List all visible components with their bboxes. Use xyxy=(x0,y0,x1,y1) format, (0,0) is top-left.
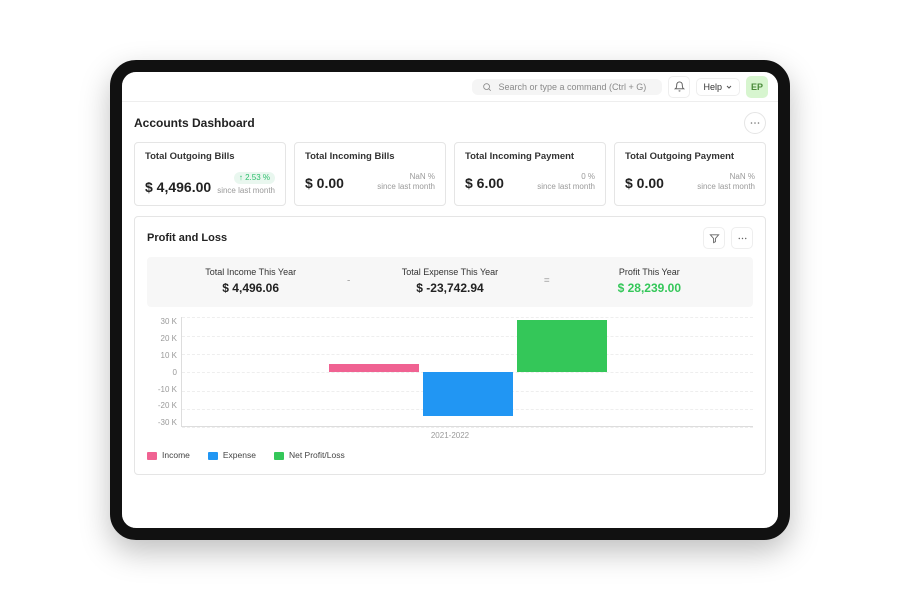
ellipsis-icon xyxy=(737,233,748,244)
plot-area xyxy=(181,317,753,427)
tablet-frame: Search or type a command (Ctrl + G) Help… xyxy=(110,60,790,540)
trend-chip: 0 % xyxy=(581,172,595,181)
summary-label: Profit This Year xyxy=(554,267,745,277)
y-axis: 30 K 20 K 10 K 0 -10 K -20 K -30 K xyxy=(147,317,181,427)
summary-income: Total Income This Year $ 4,496.06 - xyxy=(155,267,346,295)
summary-profit: Profit This Year $ 28,239.00 xyxy=(554,267,745,295)
page-header: Accounts Dashboard xyxy=(134,112,766,134)
ytick: -10 K xyxy=(158,385,177,394)
search-input[interactable]: Search or type a command (Ctrl + G) xyxy=(472,79,662,95)
legend-item: Expense xyxy=(208,450,256,460)
card-outgoing-payment: Total Outgoing Payment $ 0.00 NaN % sinc… xyxy=(614,142,766,206)
minus-icon: - xyxy=(347,276,350,287)
ytick: 0 xyxy=(173,368,177,377)
bar-net-profit-loss xyxy=(517,320,607,372)
chart-legend: Income Expense Net Profit/Loss xyxy=(147,450,753,460)
chevron-down-icon xyxy=(725,83,733,91)
legend-label: Income xyxy=(162,450,190,460)
search-icon xyxy=(482,82,492,92)
app-screen: Search or type a command (Ctrl + G) Help… xyxy=(122,72,778,528)
notifications-button[interactable] xyxy=(668,76,690,98)
summary-value: $ 28,239.00 xyxy=(554,281,745,295)
card-title: Total Outgoing Bills xyxy=(145,151,275,162)
search-placeholder: Search or type a command (Ctrl + G) xyxy=(498,82,646,92)
help-label: Help xyxy=(703,82,722,92)
ytick: 30 K xyxy=(161,317,177,326)
summary-label: Total Expense This Year xyxy=(354,267,545,277)
card-outgoing-bills: Total Outgoing Bills $ 4,496.00 ↑ 2.53 %… xyxy=(134,142,286,206)
summary-value: $ 4,496.06 xyxy=(155,281,346,295)
bar-income xyxy=(329,364,419,372)
ytick: 10 K xyxy=(161,351,177,360)
summary-label: Total Income This Year xyxy=(155,267,346,277)
swatch-icon xyxy=(274,452,284,460)
filter-button[interactable] xyxy=(703,227,725,249)
card-meta: since last month xyxy=(697,182,755,191)
filter-icon xyxy=(709,233,720,244)
legend-item: Income xyxy=(147,450,190,460)
legend-item: Net Profit/Loss xyxy=(274,450,345,460)
swatch-icon xyxy=(147,452,157,460)
avatar-initials: EP xyxy=(751,82,763,92)
swatch-icon xyxy=(208,452,218,460)
card-title: Total Outgoing Payment xyxy=(625,151,755,162)
help-button[interactable]: Help xyxy=(696,78,740,96)
legend-label: Net Profit/Loss xyxy=(289,450,345,460)
card-incoming-bills: Total Incoming Bills $ 0.00 NaN % since … xyxy=(294,142,446,206)
trend-chip: NaN % xyxy=(410,172,435,181)
x-axis-label: 2021-2022 xyxy=(147,431,753,440)
topbar: Search or type a command (Ctrl + G) Help… xyxy=(122,72,778,102)
kpi-cards: Total Outgoing Bills $ 4,496.00 ↑ 2.53 %… xyxy=(134,142,766,206)
card-meta: since last month xyxy=(377,182,435,191)
avatar[interactable]: EP xyxy=(746,76,768,98)
bar-expense xyxy=(423,372,513,416)
ytick: 20 K xyxy=(161,334,177,343)
card-value: $ 0.00 xyxy=(625,175,664,191)
card-incoming-payment: Total Incoming Payment $ 6.00 0 % since … xyxy=(454,142,606,206)
panel-title: Profit and Loss xyxy=(147,232,227,244)
pnl-chart: 30 K 20 K 10 K 0 -10 K -20 K -30 K 2021-… xyxy=(147,317,753,460)
panel-menu-button[interactable] xyxy=(731,227,753,249)
summary-expense: Total Expense This Year $ -23,742.94 = xyxy=(354,267,545,295)
trend-chip: NaN % xyxy=(730,172,755,181)
pnl-summary: Total Income This Year $ 4,496.06 - Tota… xyxy=(147,257,753,307)
card-value: $ 4,496.00 xyxy=(145,179,211,195)
card-meta: since last month xyxy=(217,186,275,195)
page-actions-button[interactable] xyxy=(744,112,766,134)
card-meta: since last month xyxy=(537,182,595,191)
bell-icon xyxy=(674,81,685,92)
card-title: Total Incoming Payment xyxy=(465,151,595,162)
summary-value: $ -23,742.94 xyxy=(354,281,545,295)
equals-icon: = xyxy=(544,276,550,287)
ytick: -20 K xyxy=(158,401,177,410)
legend-label: Expense xyxy=(223,450,256,460)
ytick: -30 K xyxy=(158,418,177,427)
page-title: Accounts Dashboard xyxy=(134,116,255,130)
card-title: Total Incoming Bills xyxy=(305,151,435,162)
ellipsis-icon xyxy=(749,117,761,129)
card-value: $ 0.00 xyxy=(305,175,344,191)
trend-chip: ↑ 2.53 % xyxy=(234,172,275,184)
card-value: $ 6.00 xyxy=(465,175,504,191)
pnl-panel: Profit and Loss Total Income T xyxy=(134,216,766,475)
